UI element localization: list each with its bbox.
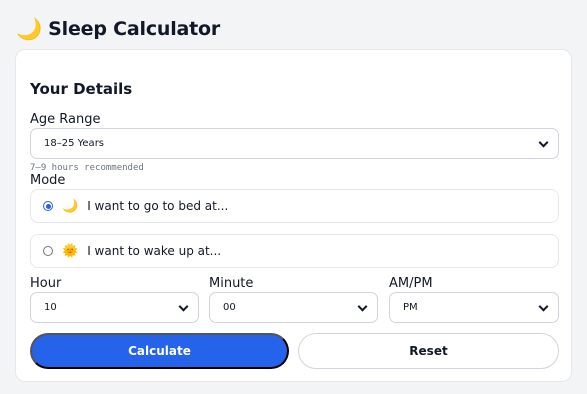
hour-select[interactable]: 10 <box>30 292 199 323</box>
moon-icon: 🌙 <box>16 17 43 41</box>
chevron-down-icon <box>538 301 549 312</box>
moon-icon: 🌙 <box>62 198 79 214</box>
page-title: Sleep Calculator <box>48 18 221 40</box>
minute-select[interactable]: 00 <box>209 292 378 323</box>
reset-button[interactable]: Reset <box>298 333 559 369</box>
bedtime-radio[interactable] <box>43 201 53 211</box>
sun-icon: 🌞 <box>62 243 79 259</box>
chevron-down-icon <box>538 137 549 148</box>
minute-label: Minute <box>209 276 254 291</box>
chevron-down-icon <box>178 301 189 312</box>
age-hint: 7–9 hours recommended <box>30 163 144 173</box>
hour-label: Hour <box>30 276 62 291</box>
age-range-label: Age Range <box>30 112 101 127</box>
ampm-select[interactable]: PM <box>389 292 559 323</box>
age-range-value: 18–25 Years <box>44 138 105 149</box>
age-range-select[interactable]: 18–25 Years <box>30 128 559 159</box>
wakeup-radio[interactable] <box>43 246 53 256</box>
minute-value: 00 <box>223 302 236 313</box>
section-title: Your Details <box>30 80 133 98</box>
hour-value: 10 <box>44 302 57 313</box>
details-card: Your Details Age Range 18–25 Years 7–9 h… <box>15 49 572 382</box>
mode-option-label: I want to go to bed at... <box>87 199 229 213</box>
chevron-down-icon <box>357 301 368 312</box>
mode-label: Mode <box>30 173 66 188</box>
ampm-label: AM/PM <box>389 276 433 291</box>
mode-option-bedtime[interactable]: 🌙 I want to go to bed at... <box>30 189 559 223</box>
calculate-button[interactable]: Calculate <box>30 333 289 369</box>
mode-option-label: I want to wake up at... <box>87 244 222 258</box>
ampm-value: PM <box>403 302 418 313</box>
mode-option-wakeup[interactable]: 🌞 I want to wake up at... <box>30 234 559 268</box>
app-header: 🌙 Sleep Calculator <box>16 18 220 40</box>
